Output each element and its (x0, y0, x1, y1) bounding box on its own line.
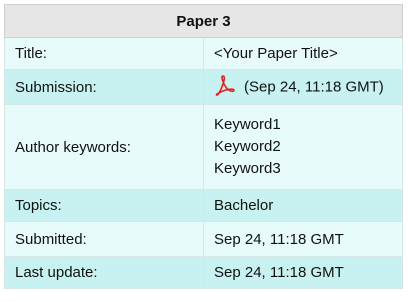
table-row-topics: Topics: Bachelor (4, 189, 403, 222)
paper-info-panel: Paper 3 Title: <Your Paper Title> Submis… (4, 4, 403, 289)
title-value: <Your Paper Title> (203, 37, 403, 70)
submission-value-cell: (Sep 24, 11:18 GMT) (203, 69, 403, 105)
submission-label: Submission: (4, 69, 204, 105)
table-row-submission: Submission: (Sep 24, 11:18 GMT) (4, 69, 403, 105)
topics-value: Bachelor (203, 189, 403, 222)
pdf-icon[interactable] (214, 74, 236, 96)
last-update-label: Last update: (4, 256, 204, 289)
keywords-value-cell: Keyword1 Keyword2 Keyword3 (203, 104, 403, 190)
keyword-item: Keyword1 (214, 116, 281, 133)
table-header-row: Paper 3 (4, 4, 403, 38)
table-row-submitted: Submitted: Sep 24, 11:18 GMT (4, 221, 403, 257)
topics-label: Topics: (4, 189, 204, 222)
last-update-value: Sep 24, 11:18 GMT (203, 256, 403, 289)
submitted-label: Submitted: (4, 221, 204, 257)
title-label: Title: (4, 37, 204, 70)
submitted-value: Sep 24, 11:18 GMT (203, 221, 403, 257)
table-row-keywords: Author keywords: Keyword1 Keyword2 Keywo… (4, 104, 403, 190)
paper-info-table: Paper 3 Title: <Your Paper Title> Submis… (4, 4, 403, 289)
keywords-label: Author keywords: (4, 104, 204, 190)
keyword-item: Keyword2 (214, 138, 281, 155)
submission-date: (Sep 24, 11:18 GMT) (244, 78, 384, 96)
table-row-last-update: Last update: Sep 24, 11:18 GMT (4, 256, 403, 289)
keyword-item: Keyword3 (214, 160, 281, 177)
table-row-title: Title: <Your Paper Title> (4, 37, 403, 70)
paper-heading: Paper 3 (4, 4, 403, 38)
